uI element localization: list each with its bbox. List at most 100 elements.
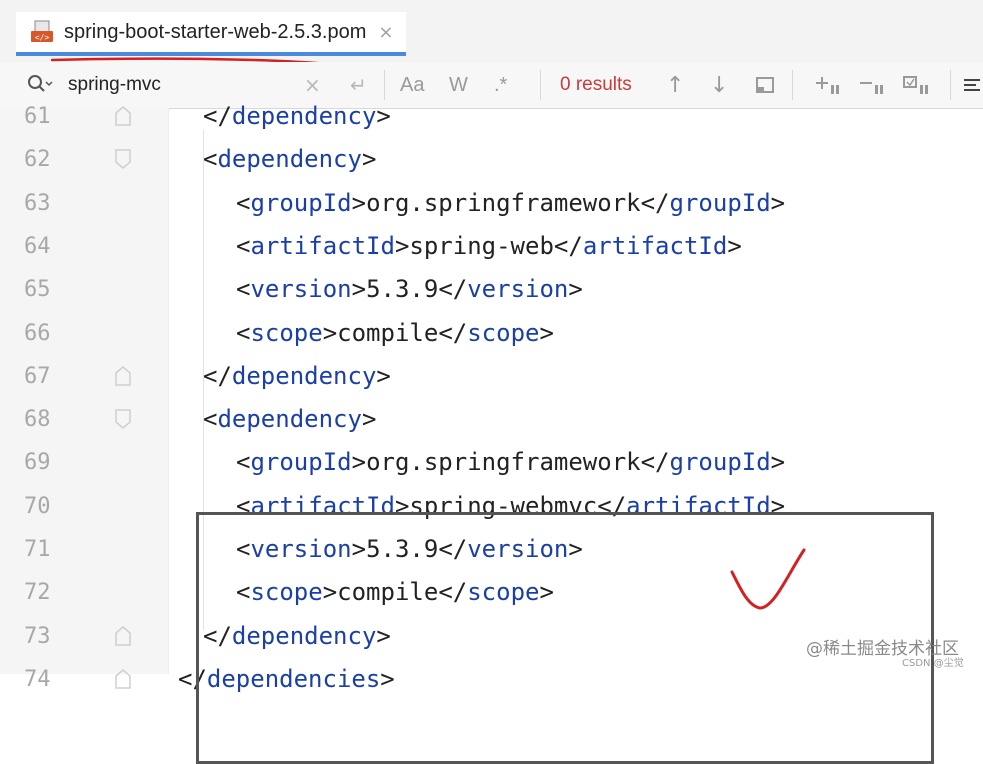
tag-name: groupId xyxy=(250,448,352,477)
select-all-icon xyxy=(903,76,928,94)
code-text: <dependency> xyxy=(203,138,376,181)
code-text: <groupId>org.springframework</groupId> xyxy=(236,182,785,225)
tag-name: scope xyxy=(250,318,323,347)
code-text: <artifactId>spring-web</artifactId> xyxy=(236,225,742,268)
punct: > xyxy=(322,318,338,347)
element-value: 5.3.9 xyxy=(366,275,439,304)
tag-name: groupId xyxy=(669,188,771,217)
options-icon xyxy=(964,79,980,91)
punct: < xyxy=(236,188,251,217)
tag-name: artifactId xyxy=(582,231,728,260)
code-line[interactable]: 61 </dependency> xyxy=(0,95,983,138)
code-editor[interactable]: 61 </dependency> 62 <dependency> 63 <groupId>… xyxy=(0,102,983,764)
code-line[interactable]: 67 </dependency> xyxy=(0,355,983,398)
window-icon xyxy=(756,77,774,93)
watermark-subtext: CSDN @尘觉 xyxy=(902,658,964,669)
fold-end-icon[interactable] xyxy=(113,365,133,387)
xml-file-icon: </> xyxy=(30,19,56,45)
fold-end-icon[interactable] xyxy=(113,668,133,690)
line-number: 66 xyxy=(24,320,51,346)
add-selection-icon xyxy=(816,77,839,94)
tag-name: version xyxy=(467,275,569,304)
line-number: 62 xyxy=(24,147,51,173)
punct: </ xyxy=(203,361,232,390)
punct: > xyxy=(568,275,583,304)
punct: </ xyxy=(203,102,232,130)
line-number: 63 xyxy=(24,190,51,216)
punct: > xyxy=(376,102,391,130)
code-line[interactable]: 65 <version>5.3.9</version> xyxy=(0,268,983,311)
line-number: 67 xyxy=(24,363,51,389)
code-text: <dependency> xyxy=(203,398,376,441)
line-number: 71 xyxy=(24,537,51,562)
code-text: </dependency> xyxy=(203,355,391,398)
code-line[interactable]: 64 <artifactId>spring-web</artifactId> xyxy=(0,225,983,268)
code-text: <version>5.3.9</version> xyxy=(236,268,583,311)
element-value: org.springframework xyxy=(366,188,641,217)
line-number: 65 xyxy=(24,277,51,303)
punct: > xyxy=(770,188,786,217)
element-value: org.springframework xyxy=(366,448,641,477)
fold-start-icon[interactable] xyxy=(113,148,133,170)
tag-name: dependency xyxy=(217,145,362,174)
punct: < xyxy=(203,145,218,174)
line-number: 70 xyxy=(24,493,51,519)
punct: < xyxy=(236,231,251,260)
punct: > xyxy=(351,188,367,217)
punct: < xyxy=(236,318,251,347)
code-line[interactable]: 69 <groupId>org.springframework</groupId> xyxy=(0,441,983,484)
punct: </ xyxy=(553,231,583,260)
tag-name: dependency xyxy=(217,405,362,434)
tag-name: dependency xyxy=(231,361,377,390)
code-line[interactable]: 63 <groupId>org.springframework</groupId> xyxy=(0,182,983,225)
punct: > xyxy=(376,361,391,390)
remove-selection-icon xyxy=(860,82,883,94)
punct: < xyxy=(236,275,251,304)
fold-end-icon[interactable] xyxy=(113,105,133,127)
line-number: 64 xyxy=(24,233,51,259)
punct: </ xyxy=(438,275,468,304)
line-number: 61 xyxy=(24,104,51,129)
svg-text:</>: </> xyxy=(35,33,50,42)
punct: </ xyxy=(640,188,670,217)
code-line[interactable]: 62 <dependency> xyxy=(0,138,983,181)
code-text: </dependency> xyxy=(203,95,391,138)
line-number: 72 xyxy=(24,580,51,606)
tag-name: groupId xyxy=(250,188,352,217)
punct: </ xyxy=(438,318,468,347)
tab-pom-file[interactable]: </> spring-boot-starter-web-2.5.3.pom × xyxy=(16,12,406,56)
punct: > xyxy=(727,231,742,260)
fold-start-icon[interactable] xyxy=(113,408,133,430)
code-line[interactable]: 66 <scope>compile</scope> xyxy=(0,312,983,355)
tag-name: groupId xyxy=(669,448,771,477)
tag-name: version xyxy=(250,275,352,304)
punct: > xyxy=(394,231,410,260)
punct: > xyxy=(770,448,786,477)
element-value: compile xyxy=(337,318,439,347)
red-checkmark-annotation xyxy=(730,548,806,610)
element-value: spring-web xyxy=(409,231,554,260)
search-icon xyxy=(28,75,53,92)
fold-end-icon[interactable] xyxy=(113,625,133,647)
tag-name: scope xyxy=(467,318,540,347)
code-text: <groupId>org.springframework</groupId> xyxy=(236,441,785,484)
tab-title: spring-boot-starter-web-2.5.3.pom xyxy=(64,20,367,43)
editor-tab-bar: </> spring-boot-starter-web-2.5.3.pom × xyxy=(0,0,983,63)
punct: > xyxy=(351,275,367,304)
punct: > xyxy=(539,318,554,347)
punct: < xyxy=(236,448,251,477)
punct: > xyxy=(361,145,377,174)
punct: </ xyxy=(640,448,670,477)
tag-name: dependency xyxy=(231,102,377,130)
punct: > xyxy=(361,405,377,434)
line-number: 73 xyxy=(24,623,51,649)
line-number: 69 xyxy=(24,450,51,476)
punct: > xyxy=(351,448,367,477)
line-number: 74 xyxy=(24,666,51,692)
line-number: 68 xyxy=(24,407,51,433)
tab-close-icon[interactable]: × xyxy=(378,22,393,43)
code-text: <scope>compile</scope> xyxy=(236,312,554,355)
code-line[interactable]: 68 <dependency> xyxy=(0,398,983,441)
tag-name: artifactId xyxy=(250,231,395,260)
punct: < xyxy=(203,405,218,434)
